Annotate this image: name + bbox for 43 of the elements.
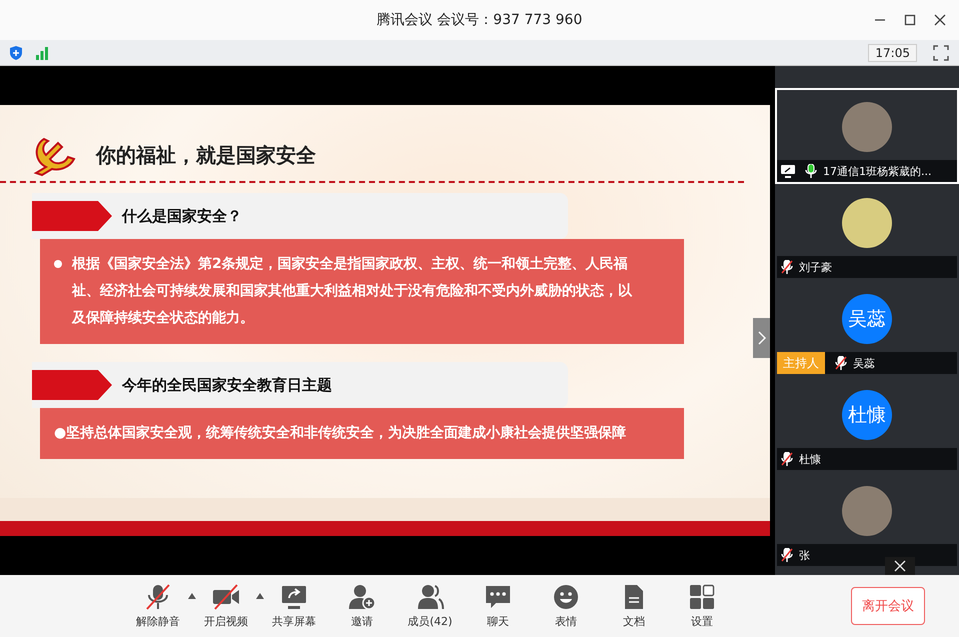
- chat-button[interactable]: 聊天: [464, 584, 532, 628]
- participant-name: 17通信1班杨紫葳的...: [823, 164, 932, 178]
- share-button[interactable]: 共享屏幕: [260, 584, 328, 628]
- caret-icon[interactable]: [188, 592, 196, 598]
- meeting-timer: 17:05: [868, 44, 917, 62]
- settings-button[interactable]: 设置: [668, 584, 736, 628]
- participant-tile[interactable]: 张: [775, 472, 959, 568]
- shield-icon[interactable]: [8, 44, 24, 60]
- mic-button[interactable]: 解除静音: [124, 584, 192, 628]
- host-badge: 主持人: [777, 352, 825, 374]
- participant-tile[interactable]: 17通信1班杨紫葳的...: [775, 88, 959, 184]
- participant-tile[interactable]: 吴蕊 主持人 吴蕊: [775, 280, 959, 376]
- emoji-button[interactable]: 表情: [532, 584, 600, 628]
- window-title: 腾讯会议 会议号：937 773 960: [376, 11, 582, 29]
- members-button[interactable]: 成员(42): [396, 584, 464, 628]
- maximize-icon[interactable]: [903, 13, 917, 27]
- avatar-photo-placeholder: [842, 102, 892, 152]
- participant-tile[interactable]: 杜慷 杜慷: [775, 376, 959, 472]
- participant-name: 吴蕊: [853, 356, 875, 370]
- invite-button[interactable]: 邀请: [328, 584, 396, 628]
- avatar-picture: [842, 198, 892, 248]
- chevron-icon: [758, 331, 766, 345]
- section-heading: 今年的全民国家安全教育日主题: [122, 376, 332, 394]
- ribbon-arrow-icon: [32, 370, 112, 400]
- participant-name: 刘子豪: [799, 260, 832, 274]
- section-text: 根据《国家安全法》第2条规定，国家安全是指国家政权、主权、统一和领土完整、人民福祉、经济社会可持续发展和国家其他重大利益相对处于没有危险和不受内外威胁的状态，以及保障持续安全状态的能力。: [72, 254, 634, 328]
- ribbon-arrow-icon: [32, 201, 112, 231]
- camera-button[interactable]: 开启视频: [192, 584, 260, 628]
- section-text: ●坚持总体国家安全观，统筹传统安全和非传统安全，为决胜全面建成小康社会提供坚强保障: [54, 424, 626, 443]
- section-heading: 什么是国家安全？: [122, 206, 242, 226]
- participant-name: 张: [799, 548, 810, 562]
- caret-icon[interactable]: [256, 592, 264, 598]
- participant-name: 杜慷: [799, 452, 821, 466]
- doc-button[interactable]: 文档: [600, 584, 668, 628]
- leave-meeting-button[interactable]: 离开会议: [851, 587, 925, 625]
- collapse-tab[interactable]: [753, 318, 770, 358]
- avatar-initials: 吴蕊: [842, 294, 892, 344]
- fullscreen-icon[interactable]: [933, 44, 949, 60]
- participant-tile[interactable]: 刘子豪: [775, 184, 959, 280]
- avatar-initials: 杜慷: [842, 390, 892, 440]
- avatar-photo-placeholder: [842, 486, 892, 536]
- slide-title: 你的福祉，就是国家安全: [96, 142, 316, 168]
- close-icon[interactable]: [933, 13, 947, 27]
